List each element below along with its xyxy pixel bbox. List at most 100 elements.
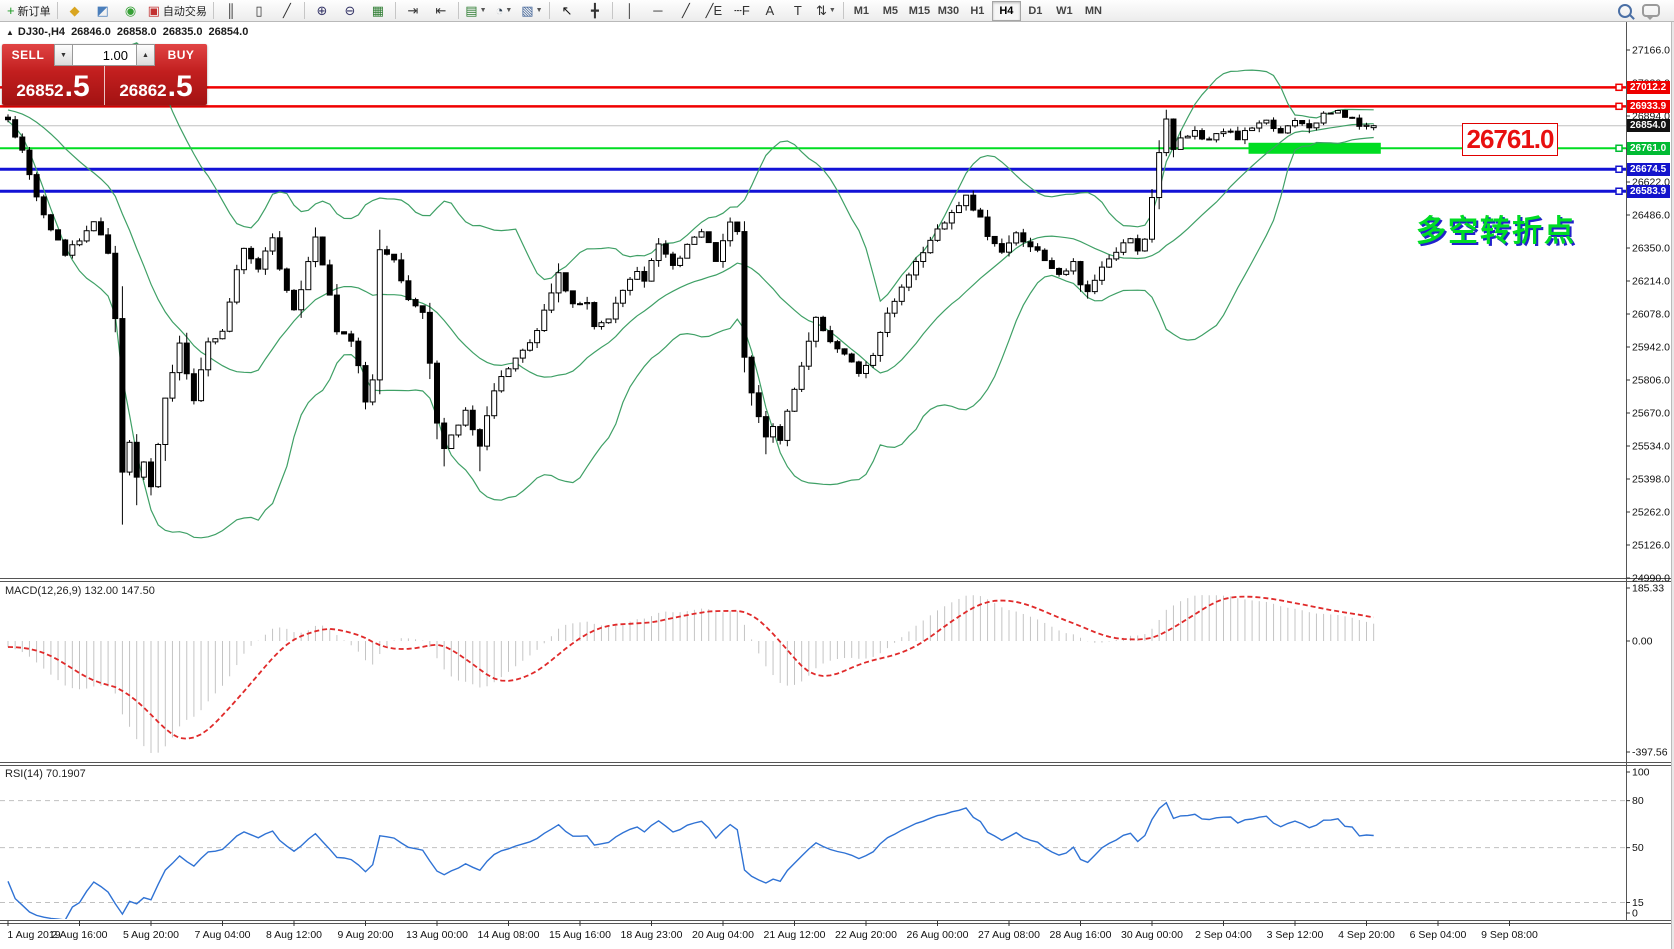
line-chart-mode-icon[interactable]: ╱ (273, 0, 301, 22)
periodicity-icon[interactable]: ◔▼ (490, 0, 518, 22)
label-tool-icon[interactable]: T (784, 0, 812, 22)
candle-body (828, 331, 833, 342)
bar-chart-mode-icon[interactable]: ║ (217, 0, 245, 22)
bollinger-upper-band (8, 43, 1374, 301)
zoom-in-icon[interactable]: ⊕ (308, 0, 336, 22)
volume-increase-button[interactable]: ▲ (136, 44, 155, 66)
candle-body (706, 232, 711, 243)
tab-timeframe-h4[interactable]: H4 (992, 1, 1021, 21)
tab-timeframe-w1[interactable]: W1 (1050, 1, 1079, 21)
toolbar-separator (843, 2, 844, 19)
candle-body (77, 241, 82, 245)
candle-body (1171, 119, 1176, 149)
search-icon[interactable] (1618, 4, 1632, 18)
candle-body (1307, 124, 1312, 128)
zoom-out-icon[interactable]: ⊖ (336, 0, 364, 22)
toolbar-separator (304, 2, 305, 19)
new-order-button[interactable]: +新订单 (4, 0, 54, 22)
candle-body (792, 389, 797, 411)
tab-timeframe-m5[interactable]: M5 (876, 1, 905, 21)
chart-shift-icon[interactable]: ⇤ (427, 0, 455, 22)
candle-body (1293, 121, 1298, 126)
time-axis-label: 3 Sep 12:00 (1267, 929, 1324, 941)
chat-icon[interactable] (1642, 4, 1660, 17)
candle-body (1321, 113, 1326, 123)
candle-body (1235, 131, 1240, 140)
candle-body (1028, 242, 1033, 247)
candle-body (1285, 126, 1290, 133)
price-tick-label: 25398.0 (1632, 474, 1670, 486)
text-tool-icon[interactable]: A (756, 0, 784, 22)
price-tag: 27012.2 (1627, 81, 1670, 94)
tile-windows-icon[interactable]: ▦ (364, 0, 392, 22)
tab-timeframe-d1[interactable]: D1 (1021, 1, 1050, 21)
auto-scroll-icon[interactable]: ⇥ (399, 0, 427, 22)
volume-input[interactable]: 1.00 (73, 44, 136, 66)
candle-body (392, 254, 397, 260)
volume-decrease-button[interactable]: ▼ (54, 44, 73, 66)
candle-body (906, 275, 911, 287)
candle-body (885, 313, 890, 332)
tab-timeframe-m15[interactable]: M15 (905, 1, 934, 21)
sell-price-frac: .5 (65, 72, 90, 102)
new-chart-icon[interactable]: ▤▼ (462, 0, 490, 22)
candle-body (649, 261, 654, 282)
chevron-down-icon: ▼ (480, 7, 487, 14)
auto-trading-button[interactable]: ▣自动交易 (145, 0, 210, 22)
candle-body (184, 343, 189, 374)
sell-button[interactable]: SELL (2, 44, 54, 66)
time-axis-label: 2 Aug 16:00 (51, 929, 107, 941)
signals-icon[interactable]: ◉ (117, 0, 145, 22)
candle-body (20, 137, 25, 150)
candle-body (227, 302, 232, 331)
candle-body (1049, 261, 1054, 269)
candle-body (256, 259, 261, 269)
candle-body (1128, 239, 1133, 243)
buy-button[interactable]: BUY (155, 44, 207, 66)
candle-body (106, 235, 111, 253)
toolbar-separator (549, 2, 550, 19)
macd-axis-label: 0.00 (1632, 636, 1653, 648)
candle-body (842, 349, 847, 354)
templates-icon[interactable]: ▧▼ (518, 0, 546, 22)
tab-timeframe-h1[interactable]: H1 (963, 1, 992, 21)
arrows-tool-icon[interactable]: ⇅▼ (812, 0, 840, 22)
candle-body (1092, 280, 1097, 291)
candle-body (806, 341, 811, 366)
candle-body (270, 238, 275, 251)
candle-body (971, 195, 976, 210)
ohlc-close: 26854.0 (209, 26, 249, 38)
time-axis-label: 20 Aug 04:00 (692, 929, 754, 941)
new-order-label: 新订单 (18, 3, 51, 19)
channel-tool-icon[interactable]: ╱E (700, 0, 728, 22)
chart-canvas[interactable]: 27166.027030.026894.026758.026622.026486… (0, 0, 1674, 949)
candlestick-mode-icon[interactable]: ▯ (245, 0, 273, 22)
chevron-down-icon: ▼ (505, 7, 512, 14)
rsi-indicator-label: RSI(14) 70.1907 (5, 768, 86, 780)
crosshair-icon[interactable]: ╋ (581, 0, 609, 22)
candle-body (1257, 123, 1262, 128)
cursor-icon[interactable]: ↖ (553, 0, 581, 22)
candle-body (477, 430, 482, 446)
trendline-tool-icon[interactable]: ╱ (672, 0, 700, 22)
metaeditor-icon[interactable]: ◆ (61, 0, 89, 22)
tab-timeframe-m1[interactable]: M1 (847, 1, 876, 21)
navigator-icon[interactable]: ◩ (89, 0, 117, 22)
time-axis-label: 9 Aug 20:00 (337, 929, 393, 941)
tab-timeframe-mn[interactable]: MN (1079, 1, 1108, 21)
buy-price[interactable]: 26862.5 (105, 66, 207, 105)
candle-body (556, 273, 561, 293)
ohlc-open: 26846.0 (71, 26, 111, 38)
chart-shift-icon: ⇤ (435, 4, 446, 17)
candle-body (685, 244, 690, 258)
tab-timeframe-m30[interactable]: M30 (934, 1, 963, 21)
horizontal-line-tool-icon[interactable]: ─ (644, 0, 672, 22)
fibonacci-tool-icon[interactable]: ┄F (728, 0, 756, 22)
price-tick-label: 26078.0 (1632, 309, 1670, 321)
vertical-line-tool-icon[interactable]: │ (616, 0, 644, 22)
candle-body (277, 238, 282, 269)
candle-body (635, 272, 640, 280)
sell-price[interactable]: 26852.5 (2, 66, 105, 105)
candle-body (120, 319, 125, 473)
collapse-arrow-icon[interactable]: ▲ (6, 28, 14, 37)
